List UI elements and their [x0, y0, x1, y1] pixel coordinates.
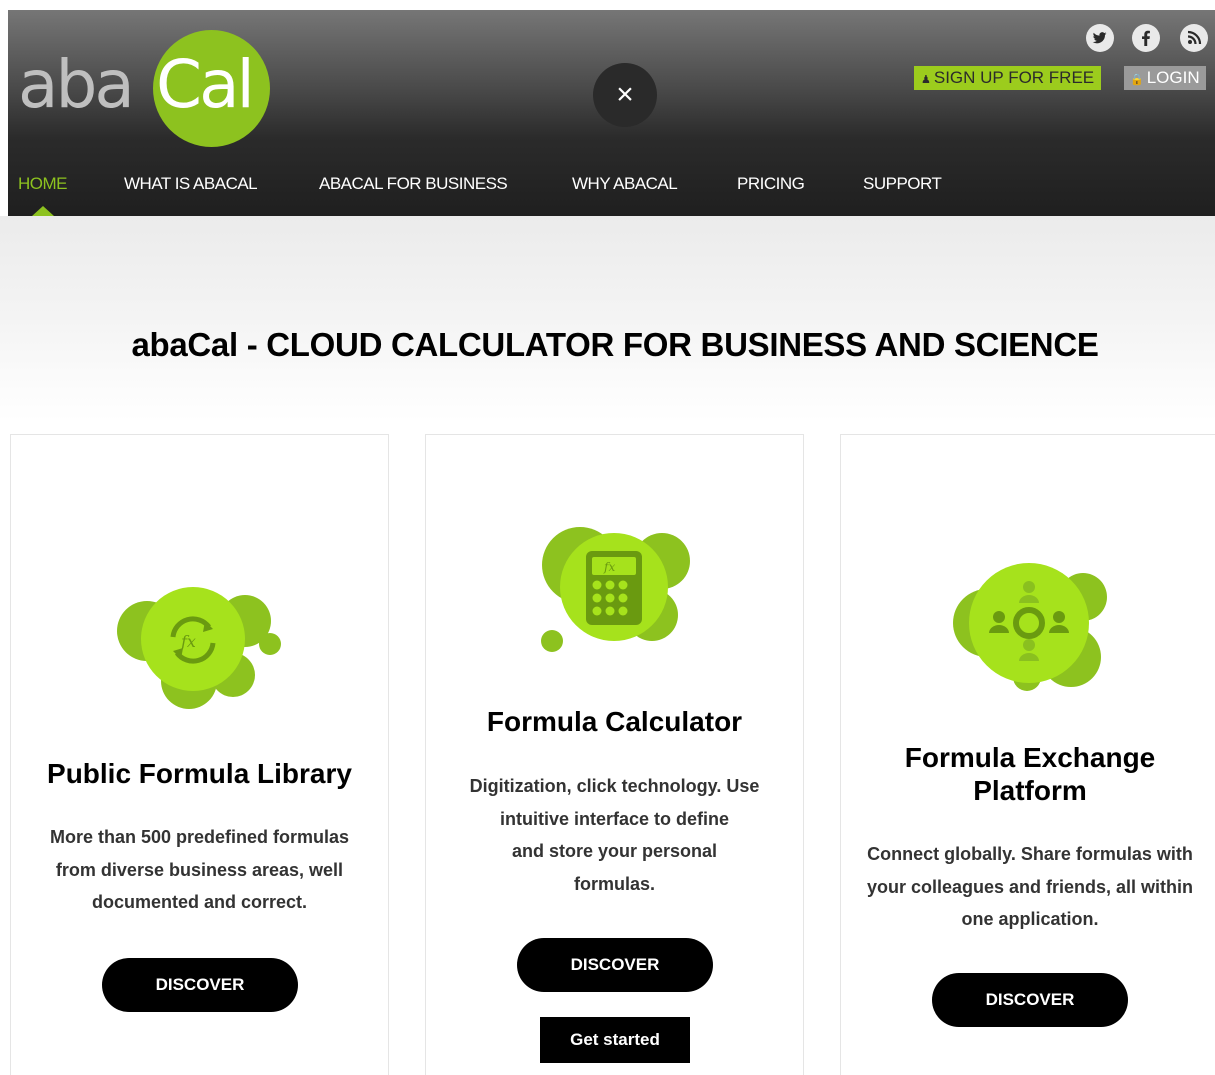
card-description: More than 500 predefined formulas from d… — [11, 821, 388, 919]
card-title: Public Formula Library — [47, 758, 352, 789]
card-description-line: from diverse business areas, well — [55, 859, 344, 880]
card-description-line: and store your personal — [511, 841, 718, 861]
card-title: Formula Calculator — [486, 706, 743, 737]
card-description: Connect globally. Share formulas with yo… — [841, 838, 1215, 936]
user-icon: ♟ — [921, 74, 931, 86]
close-button[interactable]: × — [593, 63, 657, 127]
discover-button[interactable]: DISCOVER — [932, 973, 1128, 1027]
hero-banner: abaCal - CLOUD CALCULATOR FOR BUSINESS A… — [0, 216, 1215, 421]
active-nav-indicator — [32, 206, 54, 216]
nav-item-support[interactable]: SUPPORT — [863, 174, 942, 194]
logo-text-cal: Cal — [156, 46, 255, 123]
logo-text-aba: aba — [18, 46, 135, 123]
card-title: Formula Exchange Platform — [841, 741, 1215, 807]
nav-item-abacal-for-business[interactable]: ABACAL FOR BUSINESS — [319, 174, 508, 194]
site-header: aba Cal × ♟ SIGN UP FOR FREE 🔒 LOGIN HOME … — [8, 10, 1215, 216]
abacal-logo[interactable]: aba Cal — [18, 30, 270, 147]
facebook-icon[interactable] — [1132, 24, 1160, 52]
svg-text:fx: fx — [180, 632, 196, 651]
lock-icon: 🔒 — [1130, 74, 1144, 86]
feature-card-calculator: fx Formula Calculator Digitization, clic… — [425, 434, 804, 1075]
rss-icon[interactable] — [1180, 24, 1208, 52]
nav-item-why-abacal[interactable]: WHY ABACAL — [572, 174, 678, 194]
discover-button[interactable]: DISCOVER — [517, 938, 713, 992]
svg-text:fx: fx — [603, 560, 615, 574]
nav-item-home[interactable]: HOME — [18, 174, 68, 194]
card-description-line: More than 500 predefined formulas — [49, 827, 350, 847]
discover-button[interactable]: DISCOVER — [102, 958, 298, 1012]
card-description-line: formulas. — [573, 873, 656, 894]
card-title-line: Platform — [973, 775, 1087, 806]
get-started-button[interactable]: Get started — [540, 1017, 690, 1063]
feature-card-exchange: Formula Exchange Platform Connect global… — [840, 434, 1215, 1075]
login-label: LOGIN — [1146, 68, 1200, 87]
card-description-line: one application. — [961, 909, 1099, 929]
card-title-line: Formula Exchange — [904, 742, 1156, 773]
card-description-line: documented and correct. — [91, 892, 308, 912]
calculator-icon: fx — [541, 527, 690, 652]
card-description-line: Connect globally. Share formulas with — [867, 844, 1193, 864]
page-title: abaCal - CLOUD CALCULATOR FOR BUSINESS A… — [131, 326, 1099, 363]
feature-card-library: fx Public Formula Library More than 500 … — [10, 434, 389, 1075]
sign-up-button[interactable]: ♟ SIGN UP FOR FREE — [914, 66, 1102, 90]
formula-library-icon: fx — [117, 587, 281, 709]
main-nav: HOME WHAT IS ABACAL ABACAL FOR BUSINESS … — [8, 174, 1215, 216]
sign-up-label: SIGN UP FOR FREE — [933, 68, 1095, 87]
twitter-icon[interactable] — [1086, 24, 1114, 52]
card-description-line: intuitive interface to define — [499, 808, 730, 829]
card-description-line: your colleagues and friends, all within — [866, 876, 1194, 897]
card-description: Digitization, click technology. Use intu… — [426, 770, 803, 900]
nav-item-what-is-abacal[interactable]: WHAT IS ABACAL — [124, 174, 258, 194]
exchange-network-icon — [953, 563, 1107, 691]
nav-item-pricing[interactable]: PRICING — [737, 174, 805, 194]
login-button[interactable]: 🔒 LOGIN — [1124, 66, 1206, 90]
card-description-line: Digitization, click technology. Use — [469, 776, 760, 796]
